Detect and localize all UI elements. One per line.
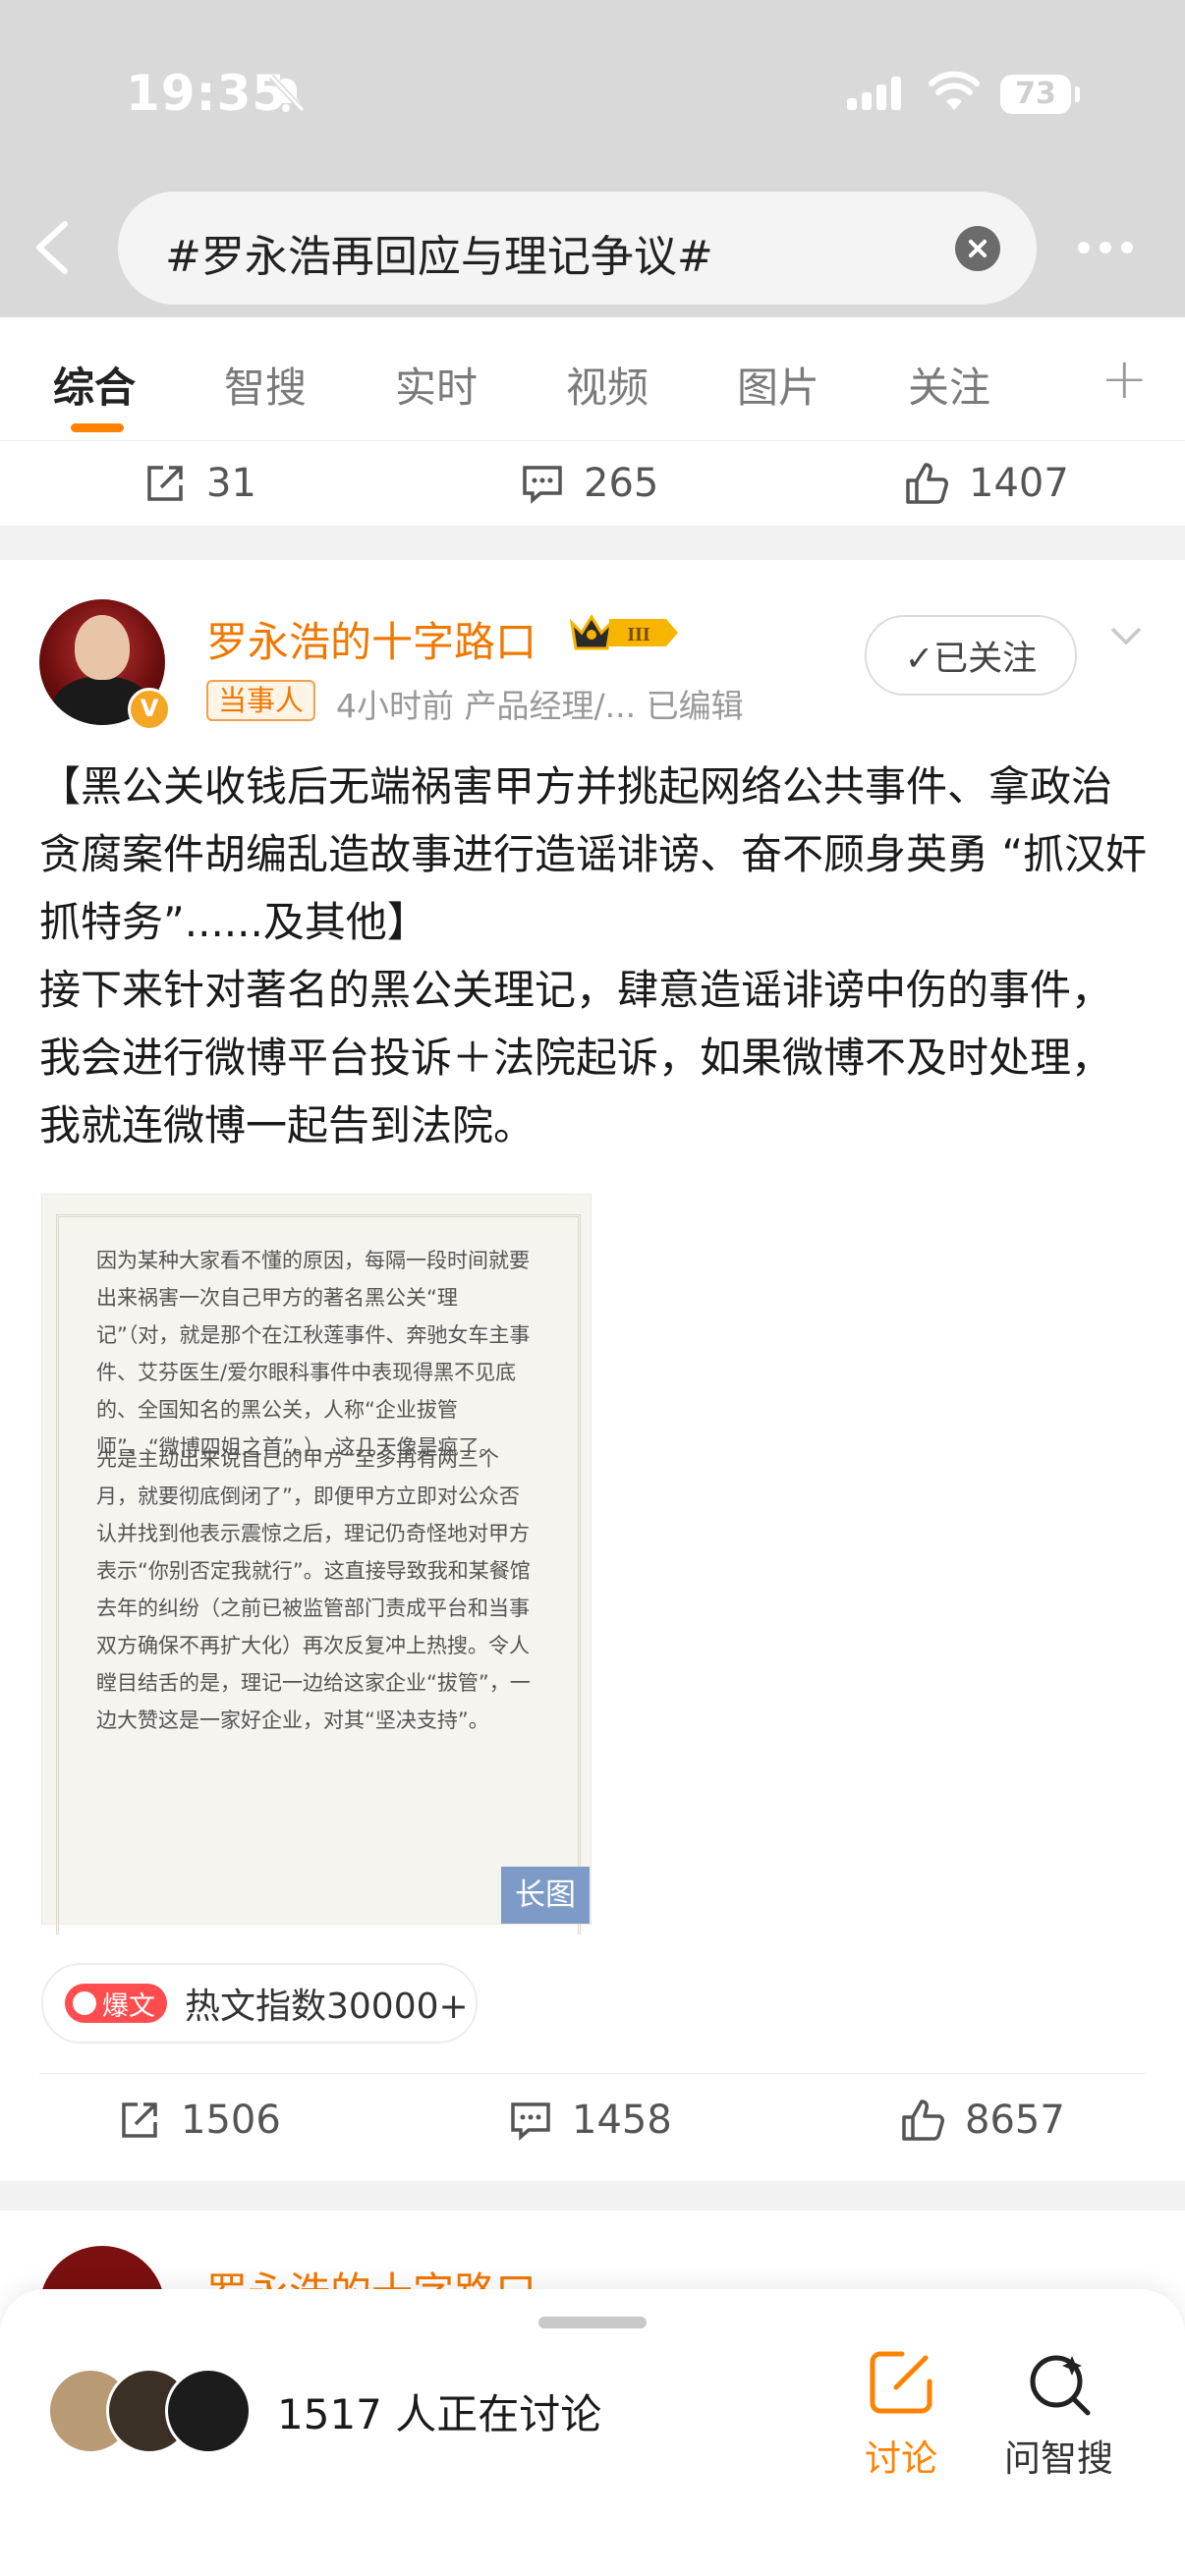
tab-comprehensive[interactable]: 综合	[53, 355, 136, 415]
back-button[interactable]	[29, 218, 75, 277]
repost-icon	[122, 2101, 157, 2138]
chevron-down-icon[interactable]	[1108, 625, 1144, 648]
repost-count: 1506	[181, 2097, 281, 2143]
active-tab-indicator	[71, 423, 124, 432]
comment-icon	[523, 466, 562, 504]
ask-smart-search-button[interactable]: 问智搜	[1004, 2348, 1113, 2482]
avatar	[165, 2368, 252, 2454]
like-count: 8657	[965, 2097, 1065, 2143]
like-button[interactable]: 8657	[900, 2078, 1065, 2161]
discussion-bottom-sheet: 1517 人正在讨论 讨论 问智搜	[0, 2289, 1185, 2576]
sheet-drag-handle[interactable]	[538, 2317, 647, 2328]
cellular-signal-icon	[847, 77, 906, 110]
header-area: 19:35 73 #罗永浩再回应与理记争议#	[0, 0, 1185, 317]
hot-badge-label: 爆文	[102, 1990, 155, 2022]
image-paragraph: 因为某种大家看不懂的原因，每隔一段时间就要出来祸害一次自己甲方的著名黑公关“理记…	[96, 1249, 531, 1459]
author-name[interactable]: 罗永浩的十字路口	[206, 609, 536, 669]
tab-video[interactable]: 视频	[566, 355, 649, 415]
repost-button[interactable]: 31	[143, 441, 256, 526]
role-tag: 当事人	[206, 680, 316, 721]
search-input[interactable]: #罗永浩再回应与理记争议#	[118, 192, 1037, 305]
post-actions: 1506 1458 8657	[0, 2078, 1185, 2161]
status-time: 19:35	[126, 65, 288, 122]
divider	[39, 2073, 1146, 2074]
image-paragraph: 先是主动出来说自己的甲方“至多再有两三个月，就要彻底倒闭了”，即便甲方立即对公众…	[96, 1447, 531, 1732]
flame-icon	[73, 1991, 96, 2015]
add-tab-icon[interactable]: +	[1100, 345, 1149, 412]
tab-smart-search[interactable]: 智搜	[224, 355, 307, 415]
repost-count: 31	[206, 461, 256, 506]
hot-article-pill[interactable]: 爆文 热文指数30000+	[41, 1963, 478, 2044]
repost-icon	[147, 466, 183, 501]
ask-label: 问智搜	[1004, 2437, 1113, 2480]
post-card: V 罗永浩的十字路口 III 当事人 4小时前 产品经理/... 已编辑 ✓已关…	[0, 560, 1185, 2181]
comment-button[interactable]: 265	[521, 441, 658, 526]
smart-search-icon	[1030, 2355, 1090, 2416]
tab-following[interactable]: 关注	[908, 355, 990, 415]
discuss-button[interactable]: 讨论	[865, 2348, 937, 2482]
long-image[interactable]: 因为某种大家看不懂的原因，每隔一段时间就要出来祸害一次自己甲方的著名黑公关“理记…	[41, 1194, 592, 1934]
edit-icon	[870, 2351, 932, 2414]
hot-index-text: 热文指数30000+	[185, 1987, 469, 2027]
comment-count: 265	[584, 461, 659, 506]
discuss-label: 讨论	[865, 2437, 937, 2480]
tab-realtime[interactable]: 实时	[395, 355, 478, 415]
repost-button[interactable]: 1506	[118, 2078, 281, 2161]
mute-bell-icon	[268, 74, 306, 113]
comment-icon	[511, 2101, 550, 2141]
search-query: #罗永浩再回应与理记争议#	[165, 232, 713, 282]
battery-indicator: 73	[1000, 75, 1080, 114]
discussing-count: 1517 人正在讨论	[277, 2390, 602, 2438]
more-options-button[interactable]	[1078, 239, 1143, 257]
tab-images[interactable]: 图片	[737, 355, 819, 415]
svg-text:III: III	[627, 624, 650, 645]
thumbs-up-icon	[902, 2099, 944, 2141]
verified-badge-icon: V	[128, 688, 171, 731]
tab-bar: 综合 智搜 实时 视频 图片 关注 +	[0, 317, 1185, 441]
like-button[interactable]: 1407	[904, 441, 1069, 526]
hot-badge: 爆文	[65, 1984, 167, 2023]
like-count: 1407	[969, 461, 1069, 506]
post-meta: 4小时前 产品经理/... 已编辑	[336, 687, 744, 725]
wifi-icon	[929, 71, 980, 110]
following-button[interactable]: ✓已关注	[865, 615, 1077, 696]
long-image-tag: 长图	[501, 1867, 590, 1924]
post-body: 【黑公关收钱后无端祸害甲方并挑起网络公共事件、拿政治贪腐案件胡编乱造故事进行造谣…	[39, 762, 1148, 1149]
comment-button[interactable]: 1458	[509, 2078, 672, 2161]
thumbs-up-icon	[906, 463, 948, 504]
prev-post-actions: 31 265 1407	[0, 441, 1185, 526]
vip-crown-badge-icon: III	[570, 614, 678, 650]
clear-search-button[interactable]	[955, 226, 1000, 271]
comment-count: 1458	[572, 2097, 672, 2143]
